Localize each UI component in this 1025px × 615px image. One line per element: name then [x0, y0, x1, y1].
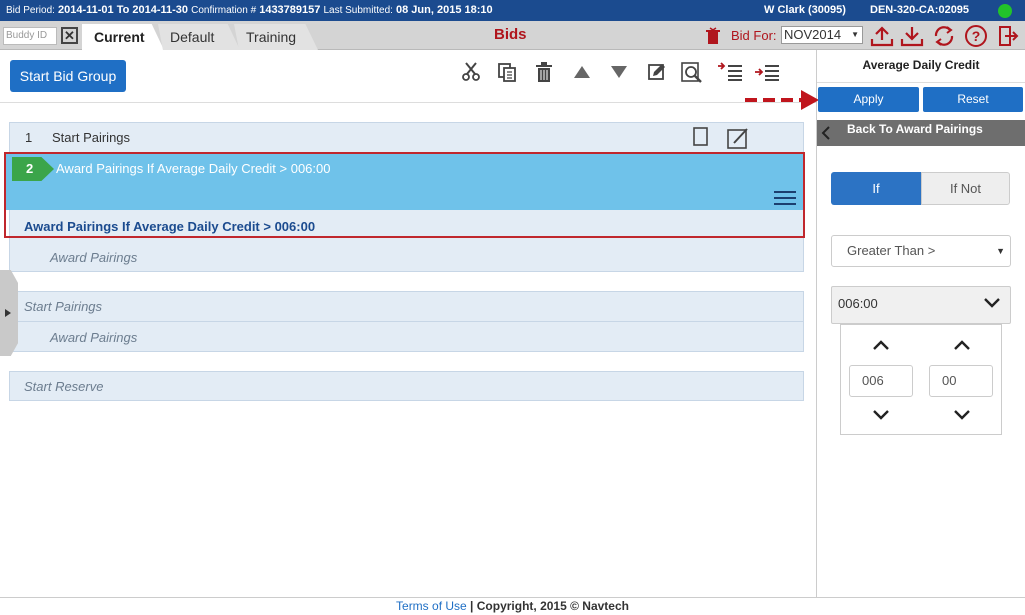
selected-line-header[interactable]: 2 Award Pairings If Average Daily Credit… — [6, 154, 803, 210]
line-number-badge: 2 — [12, 157, 54, 181]
delete-icon[interactable] — [535, 62, 553, 82]
expand-right-icon — [5, 309, 11, 317]
user-name: W Clark (30095) — [764, 4, 846, 16]
edit-line-icon[interactable] — [726, 127, 750, 149]
bid-period-value: 2014-11-01 To 2014-11-30 — [57, 4, 189, 16]
last-submitted-value: 08 Jun, 2015 18:10 — [396, 4, 493, 16]
row-label-start-pairings[interactable]: Start Pairings — [52, 130, 130, 145]
copy-line-icon[interactable] — [693, 127, 709, 147]
start-bid-group-button[interactable]: Start Bid Group — [10, 60, 126, 92]
tab-bar: Buddy ID ✕ Current Training Default Bids… — [0, 21, 1025, 50]
operator-value: Greater Than > — [847, 243, 936, 258]
confirmation-label: Confirmation # — [191, 5, 257, 16]
hours-increment-icon[interactable] — [873, 340, 889, 350]
operator-select[interactable]: Greater Than > ▼ — [831, 235, 1011, 267]
help-icon[interactable]: ? — [964, 24, 988, 48]
group-divider — [10, 321, 803, 322]
footer-divider — [0, 597, 1025, 598]
terms-of-use-link[interactable]: Terms of Use — [396, 599, 467, 613]
trash-bin-icon[interactable] — [705, 27, 721, 45]
menu-icon[interactable] — [774, 190, 796, 206]
logout-icon[interactable] — [997, 24, 1019, 48]
back-label: Back To Award Pairings — [847, 122, 983, 136]
annotation-arrow-apply-icon — [745, 90, 819, 110]
time-picker: 006 00 — [840, 324, 1002, 435]
preview-icon[interactable] — [681, 62, 703, 84]
upload-icon[interactable] — [870, 24, 894, 48]
chevron-down-icon — [984, 298, 1000, 308]
tab-default[interactable]: Default — [158, 24, 240, 50]
svg-text:?: ? — [972, 28, 981, 44]
if-toggle[interactable]: If — [831, 172, 921, 205]
apply-button[interactable]: Apply — [818, 87, 919, 112]
tab-training[interactable]: Training — [234, 24, 318, 50]
top-info-bar: Bid Period: 2014-11-01 To 2014-11-30 Con… — [0, 0, 1025, 21]
indent-icon[interactable] — [717, 62, 743, 82]
move-down-icon[interactable] — [609, 62, 629, 82]
bid-for-select[interactable]: NOV2014 ▼ — [781, 26, 863, 44]
if-not-toggle[interactable]: If Not — [921, 172, 1010, 205]
toolbar-divider — [0, 102, 816, 103]
minutes-input[interactable]: 00 — [929, 365, 993, 397]
back-to-award-pairings-button[interactable]: Back To Award Pairings — [817, 120, 1025, 146]
selected-line-summary: Award Pairings If Average Daily Credit >… — [24, 219, 316, 234]
minutes-decrement-icon[interactable] — [954, 410, 970, 420]
bid-period-label: Bid Period: — [6, 5, 55, 16]
tab-current[interactable]: Current — [82, 24, 164, 50]
base-code: DEN-320-CA:02095 — [870, 4, 970, 16]
panel-title-divider — [817, 82, 1025, 83]
edit-icon[interactable] — [647, 62, 667, 82]
bid-for-label: Bid For: — [731, 28, 777, 43]
insert-after-icon[interactable] — [754, 62, 780, 82]
row-label-award-pairings[interactable]: Award Pairings — [50, 250, 137, 265]
footer: Terms of Use | Copyright, 2015 © Navtech — [0, 599, 1025, 613]
confirmation-value: 1433789157 — [259, 4, 321, 16]
last-submitted-label: Last Submitted: — [323, 5, 393, 16]
chevron-down-icon: ▼ — [851, 30, 859, 39]
row-label-start-reserve[interactable]: Start Reserve — [24, 379, 103, 394]
time-select[interactable]: 006:00 — [831, 286, 1011, 324]
page-title: Bids — [494, 26, 527, 43]
panel-title: Average Daily Credit — [862, 58, 980, 72]
reset-button[interactable]: Reset — [923, 87, 1023, 112]
refresh-icon[interactable] — [932, 24, 956, 48]
row-label-start-pairings-2[interactable]: Start Pairings — [24, 299, 102, 314]
selected-line[interactable]: 2 Award Pairings If Average Daily Credit… — [4, 152, 805, 238]
move-up-icon[interactable] — [572, 62, 592, 82]
row-label-award-pairings-2[interactable]: Award Pairings — [50, 330, 137, 345]
selected-line-title: Award Pairings If Average Daily Credit >… — [56, 161, 331, 176]
minutes-increment-icon[interactable] — [954, 340, 970, 350]
hours-decrement-icon[interactable] — [873, 410, 889, 420]
time-value: 006:00 — [838, 296, 878, 311]
hours-input[interactable]: 006 — [849, 365, 913, 397]
status-indicator-icon — [998, 4, 1012, 18]
buddy-id-input[interactable]: Buddy ID — [3, 27, 57, 45]
chevron-left-icon — [821, 126, 830, 140]
chevron-down-icon: ▼ — [996, 246, 1005, 256]
cut-icon[interactable] — [461, 62, 481, 82]
clear-buddy-icon[interactable]: ✕ — [61, 27, 78, 44]
footer-separator: | — [470, 599, 474, 613]
bid-for-value: NOV2014 — [784, 27, 842, 42]
row-number-1: 1 — [25, 130, 33, 145]
copy-icon[interactable] — [497, 62, 517, 82]
bid-group-3 — [9, 371, 804, 401]
copyright-text: Copyright, 2015 © Navtech — [476, 599, 629, 613]
download-icon[interactable] — [900, 24, 924, 48]
bid-period-info: Bid Period: 2014-11-01 To 2014-11-30 Con… — [6, 0, 493, 21]
